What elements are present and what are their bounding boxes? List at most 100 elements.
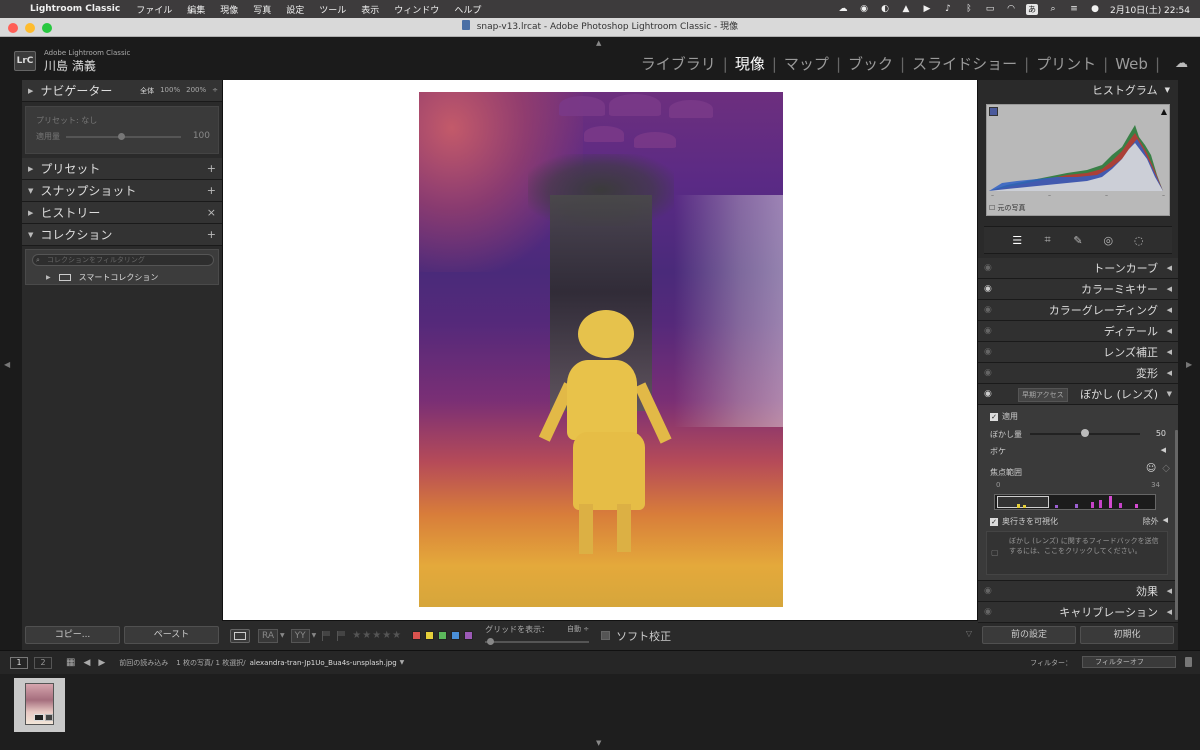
preset-amount-slider[interactable]	[118, 133, 126, 140]
calibration-header[interactable]: ◉ キャリブレーション ◀	[978, 602, 1178, 623]
smart-collection-item[interactable]: ▶ スマートコレクション	[46, 272, 158, 283]
battery-icon[interactable]: ▭	[984, 4, 996, 14]
creative-cloud-icon[interactable]: ◉	[858, 4, 870, 14]
menu-tools[interactable]: ツール	[319, 3, 346, 16]
module-develop[interactable]: 現像	[735, 53, 765, 74]
filter-select[interactable]: フィルターオフ	[1082, 656, 1176, 668]
menu-develop[interactable]: 現像	[220, 3, 238, 16]
menubar-datetime[interactable]: 2月10日(土) 22:54	[1110, 3, 1190, 16]
collections-header[interactable]: ▼ コレクション +	[22, 224, 222, 246]
history-header[interactable]: ▶ ヒストリー ×	[22, 202, 222, 224]
grid-mode-select[interactable]: 自動 ÷	[567, 624, 589, 634]
spotlight-search-icon[interactable]: ⌕	[1047, 4, 1059, 14]
module-library[interactable]: ライブラリ	[641, 53, 716, 74]
color-label-purple[interactable]	[464, 631, 474, 640]
play-icon[interactable]: ▶	[921, 4, 933, 14]
control-center-icon[interactable]: ≡	[1068, 4, 1080, 14]
forward-arrow-icon[interactable]: ▶	[98, 658, 105, 668]
tone-curve-header[interactable]: ◉ トーンカーブ ◀	[978, 258, 1178, 279]
previous-settings-button[interactable]: 前の設定	[982, 626, 1076, 644]
grid-view-icon[interactable]: ▦	[66, 657, 75, 668]
filmstrip-source[interactable]: 前回の読み込み	[119, 658, 168, 668]
wifi-icon[interactable]: ◠	[1005, 4, 1017, 14]
before-after-button[interactable]: RA	[258, 628, 279, 643]
eye-icon[interactable]: ◉	[984, 305, 992, 315]
cloud-status-icon[interactable]: ☁	[837, 4, 849, 14]
color-label-yellow[interactable]	[425, 631, 435, 640]
back-arrow-icon[interactable]: ◀	[83, 658, 90, 668]
bluetooth-icon[interactable]: ᛒ	[963, 4, 975, 14]
add-snapshot-button[interactable]: +	[207, 184, 216, 197]
expand-triangle-icon[interactable]: ◀	[1161, 446, 1166, 454]
detail-header[interactable]: ◉ ディテール ◀	[978, 321, 1178, 342]
menu-view[interactable]: 表示	[361, 3, 379, 16]
histogram-header[interactable]: ヒストグラム ▼	[978, 80, 1178, 100]
feedback-box[interactable]: ▢ ぼかし (レンズ) に関するフィードバックを送信するには、ここをクリックして…	[986, 531, 1168, 575]
module-book[interactable]: ブック	[848, 53, 893, 74]
histogram[interactable]: ▲ – – – – ☐ 元の写真	[986, 104, 1170, 216]
filmstrip-thumbnail[interactable]	[14, 678, 65, 732]
subject-focus-icon[interactable]: ☺	[1146, 463, 1156, 474]
transform-header[interactable]: ◉ 変形 ◀	[978, 363, 1178, 384]
before-after-split-button[interactable]: YY	[290, 628, 310, 643]
menu-edit[interactable]: 編集	[187, 3, 205, 16]
apply-checkbox[interactable]: ✓	[990, 412, 998, 421]
color-grading-header[interactable]: ◉ カラーグレーディング ◀	[978, 300, 1178, 321]
input-method-indicator[interactable]: あ	[1026, 3, 1038, 15]
filmstrip-filename[interactable]: alexandra-tran-Jp1Uo_Bua4s-unsplash.jpg	[250, 659, 397, 667]
healing-icon[interactable]: ✎	[1071, 234, 1085, 247]
blur-amount-slider[interactable]	[1081, 429, 1089, 437]
copy-settings-button[interactable]: コピー...	[25, 626, 120, 644]
presets-header[interactable]: ▶ プリセット +	[22, 158, 222, 180]
zoom-200[interactable]: 200%	[186, 86, 206, 96]
menu-photo[interactable]: 写真	[253, 3, 271, 16]
bokeh-label[interactable]: ボケ	[990, 446, 1006, 457]
minimize-window-button[interactable]	[25, 23, 35, 33]
filter-lock-icon[interactable]	[1185, 657, 1192, 667]
grid-size-slider[interactable]	[487, 637, 495, 645]
grid-size-track[interactable]	[485, 640, 590, 643]
add-collection-button[interactable]: +	[207, 228, 216, 241]
expand-triangle-icon[interactable]: ▶	[46, 274, 51, 281]
menu-window[interactable]: ウィンドウ	[394, 3, 439, 16]
eye-icon[interactable]: ◉	[984, 326, 992, 336]
menu-help[interactable]: ヘルプ	[454, 3, 481, 16]
zoom-100[interactable]: 100%	[160, 86, 180, 96]
feedback-text[interactable]: ぼかし (レンズ) に関するフィードバックを送信するには、ここをクリックしてくだ…	[1009, 536, 1165, 556]
blur-amount-value[interactable]: 50	[1156, 429, 1166, 438]
eye-icon[interactable]: ◉	[984, 586, 992, 596]
eye-icon[interactable]: ◉	[984, 284, 992, 294]
reset-button[interactable]: 初期化	[1080, 626, 1174, 644]
eye-icon[interactable]: ◉	[984, 347, 992, 357]
module-map[interactable]: マップ	[784, 53, 829, 74]
app-menu[interactable]: Lightroom Classic	[30, 4, 120, 14]
siri-icon[interactable]: ●	[1089, 4, 1101, 14]
paste-settings-button[interactable]: ペースト	[124, 626, 219, 644]
collapse-top-panel-icon[interactable]: ▲	[596, 39, 601, 47]
sync-icon[interactable]: ◐	[879, 4, 891, 14]
star-rating[interactable]: ★★★★★	[352, 630, 402, 641]
module-slideshow[interactable]: スライドショー	[912, 53, 1017, 74]
volume-icon[interactable]: ♪	[942, 4, 954, 14]
lens-corrections-header[interactable]: ◉ レンズ補正 ◀	[978, 342, 1178, 363]
point-focus-icon[interactable]: ◇	[1162, 463, 1170, 474]
module-print[interactable]: プリント	[1036, 53, 1096, 74]
collection-filter-input[interactable]: ⌕ コレクションをフィルタリング	[32, 254, 214, 266]
eye-icon[interactable]: ◉	[984, 368, 992, 378]
right-panel-edge[interactable]: ▶	[1178, 80, 1200, 650]
pick-flag-icon[interactable]	[322, 630, 331, 641]
color-label-green[interactable]	[438, 631, 448, 640]
eye-icon[interactable]: ◉	[984, 607, 992, 617]
soft-proof-toggle[interactable]: ソフト校正	[601, 628, 671, 644]
image-canvas[interactable]	[222, 80, 978, 620]
chevron-down-icon[interactable]: ▼	[400, 659, 405, 666]
color-label-red[interactable]	[412, 631, 422, 640]
soft-proof-checkbox[interactable]	[601, 631, 611, 640]
primary-window-button[interactable]: 1	[10, 656, 28, 669]
color-label-blue[interactable]	[451, 631, 461, 640]
masking-icon[interactable]: ◌	[1132, 234, 1146, 247]
clear-history-button[interactable]: ×	[207, 206, 216, 219]
add-preset-button[interactable]: +	[207, 162, 216, 175]
loupe-view-button[interactable]	[230, 628, 250, 643]
toolbar-menu-chevron-icon[interactable]: ▽	[966, 629, 972, 638]
